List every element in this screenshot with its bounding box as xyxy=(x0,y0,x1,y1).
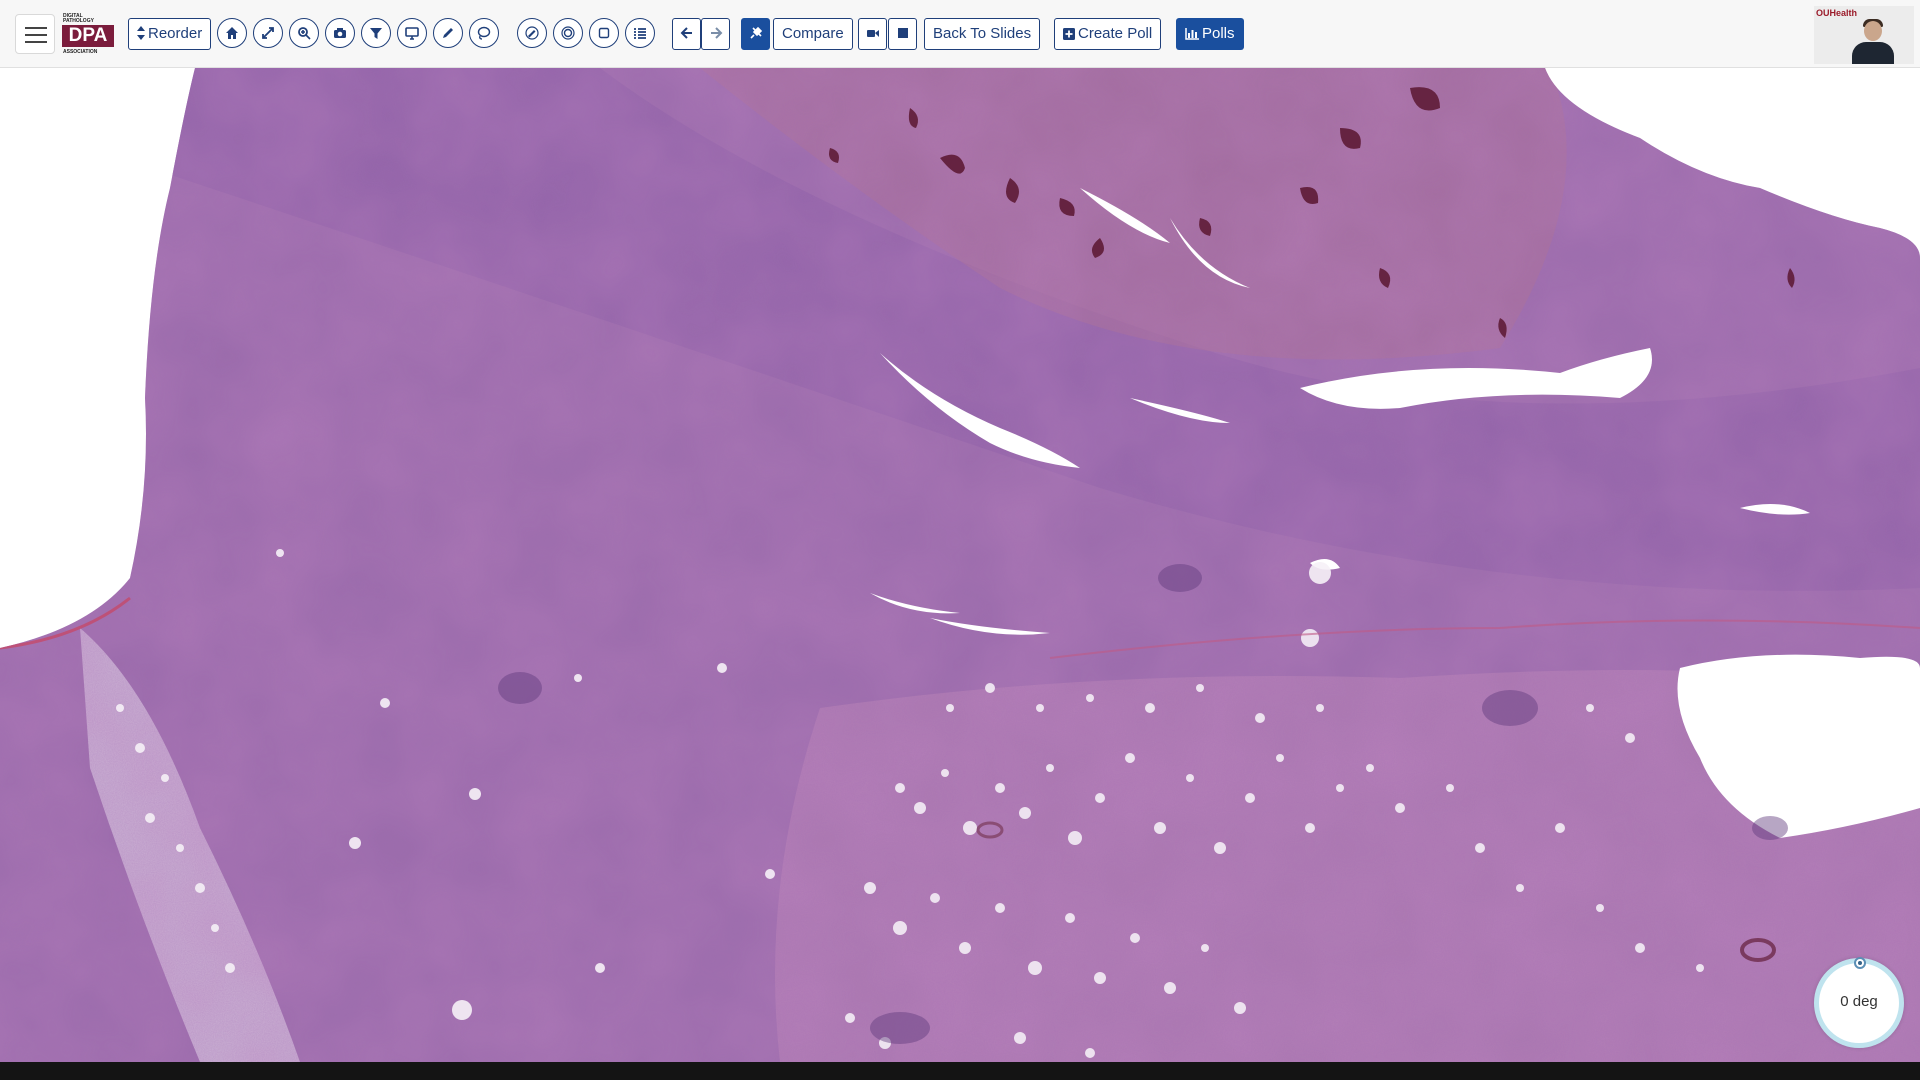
rotation-handle[interactable] xyxy=(1854,957,1866,969)
zoom-icon xyxy=(298,27,311,40)
list-icon xyxy=(634,28,646,39)
back-to-slides-button[interactable]: Back To Slides xyxy=(924,18,1041,50)
logo-line3: ASSOCIATION xyxy=(63,49,98,55)
bottom-bar xyxy=(0,1062,1920,1080)
filter-button[interactable] xyxy=(361,18,391,48)
annotation-list-button[interactable] xyxy=(625,18,655,48)
lasso-icon xyxy=(477,26,491,40)
tissue-slide-image xyxy=(0,68,1920,1062)
pin-icon xyxy=(750,26,763,39)
draw-button[interactable] xyxy=(433,18,463,48)
logo-mark: DPA xyxy=(62,25,114,47)
square-icon xyxy=(598,27,610,39)
freehand-button[interactable] xyxy=(517,18,547,48)
speaker-video-thumbnail: OUHealth xyxy=(1814,6,1914,64)
compare-button[interactable]: Compare xyxy=(773,18,853,50)
plus-square-icon xyxy=(1063,28,1075,40)
polls-button[interactable]: Polls xyxy=(1176,18,1244,50)
rotation-control[interactable]: 0 deg xyxy=(1814,957,1904,1048)
arrow-right-icon xyxy=(711,27,723,39)
expand-icon xyxy=(262,27,274,39)
rotation-label: 0 deg xyxy=(1840,993,1878,1010)
create-poll-button[interactable]: Create Poll xyxy=(1054,18,1162,50)
speaker-head xyxy=(1864,21,1882,41)
freehand-icon xyxy=(525,26,539,40)
camera-icon xyxy=(334,28,346,38)
viewer-toolbar: DIGITAL PATHOLOGY DPA ASSOCIATION Reorde… xyxy=(0,0,1920,68)
speaker-torso xyxy=(1852,42,1894,64)
stop-button[interactable] xyxy=(888,18,917,50)
previous-slide-button[interactable] xyxy=(672,18,701,50)
back-to-slides-label: Back To Slides xyxy=(933,25,1032,42)
record-button[interactable] xyxy=(858,18,887,50)
next-slide-button[interactable] xyxy=(701,18,730,50)
slide-viewer-canvas[interactable]: 0 deg xyxy=(0,68,1920,1062)
logo-line2: PATHOLOGY xyxy=(63,18,94,24)
speaker-brand: OUHealth xyxy=(1816,8,1858,18)
circle-target-icon xyxy=(561,26,575,40)
stop-icon xyxy=(898,28,908,38)
fullscreen-button[interactable] xyxy=(253,18,283,48)
hamburger-icon-bar xyxy=(25,34,47,36)
dpa-logo: DIGITAL PATHOLOGY DPA ASSOCIATION xyxy=(60,12,118,56)
snapshot-button[interactable] xyxy=(325,18,355,48)
reorder-label: Reorder xyxy=(148,25,203,42)
hamburger-icon xyxy=(25,27,47,29)
presentation-button[interactable] xyxy=(397,18,427,48)
hamburger-icon-bar xyxy=(25,41,47,43)
monitor-icon xyxy=(405,27,419,40)
hamburger-menu-button[interactable] xyxy=(15,14,55,54)
reorder-button[interactable]: Reorder xyxy=(128,18,212,50)
home-button[interactable] xyxy=(217,18,247,48)
compare-label: Compare xyxy=(782,25,844,42)
circle-annotation-button[interactable] xyxy=(553,18,583,48)
polls-label: Polls xyxy=(1202,25,1235,42)
lasso-button[interactable] xyxy=(469,18,499,48)
zoom-button[interactable] xyxy=(289,18,319,48)
pin-button[interactable] xyxy=(741,18,770,50)
video-camera-icon xyxy=(867,30,879,37)
rectangle-annotation-button[interactable] xyxy=(589,18,619,48)
filter-icon xyxy=(370,28,382,39)
arrow-left-icon xyxy=(680,27,692,39)
home-icon xyxy=(226,27,238,39)
pencil-icon xyxy=(443,28,453,38)
sort-icon xyxy=(137,26,145,40)
create-poll-label: Create Poll xyxy=(1078,25,1153,42)
bar-chart-icon xyxy=(1185,28,1199,40)
